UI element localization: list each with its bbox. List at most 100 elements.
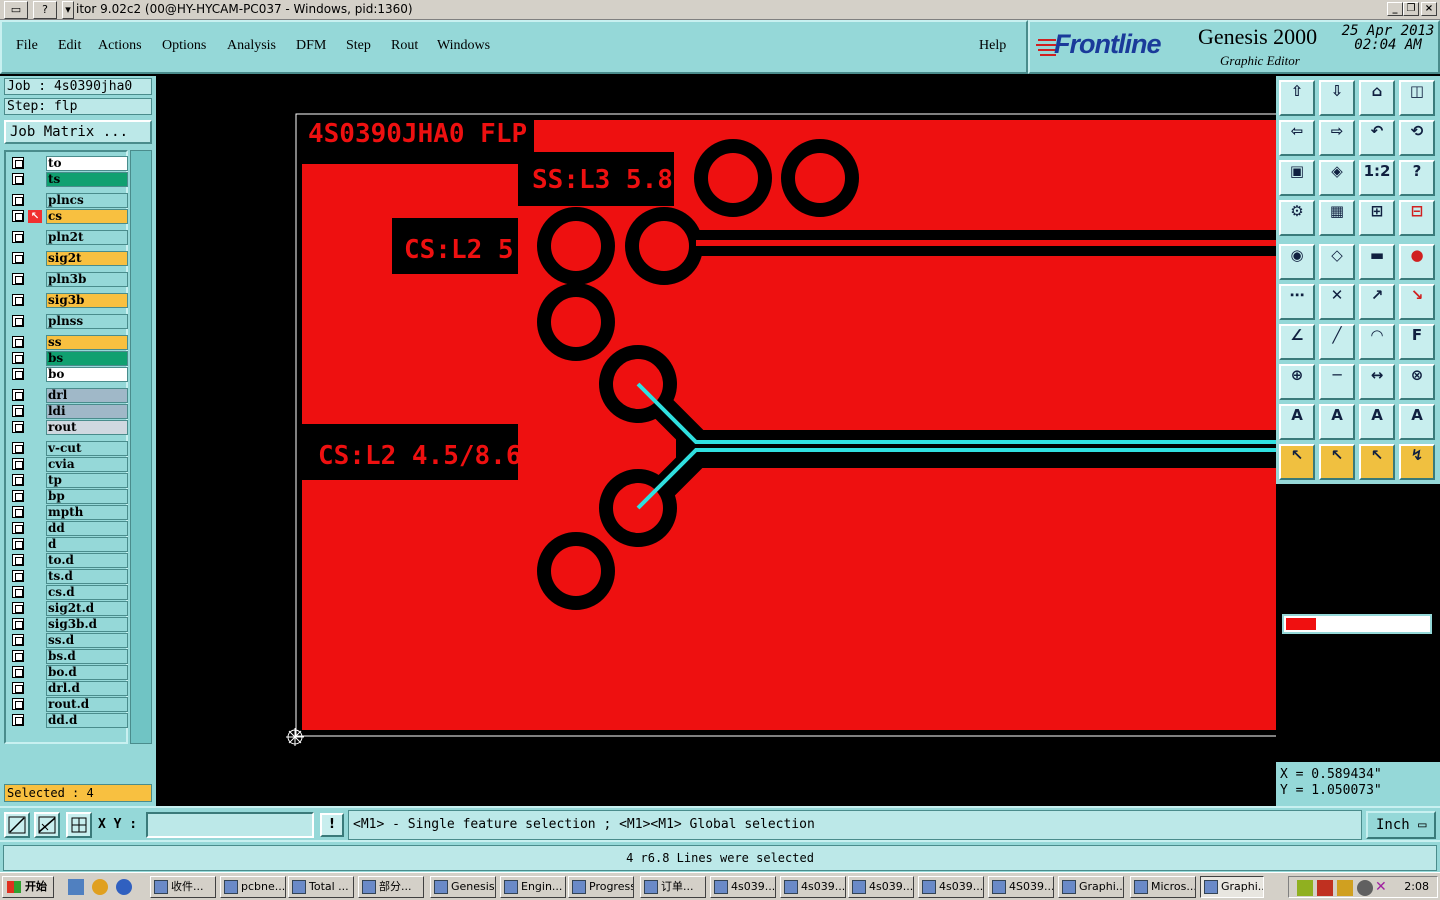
taskbar-task[interactable]: Genesis: [430, 876, 496, 898]
taskbar-task[interactable]: Engin...: [500, 876, 566, 898]
layer-display-checkbox[interactable]: [12, 538, 24, 550]
add-feature-icon[interactable]: ◉: [1279, 244, 1315, 280]
start-button[interactable]: 开始: [2, 876, 54, 898]
minimize-button[interactable]: _: [1387, 2, 1403, 16]
layer-name[interactable]: rout.d: [46, 697, 128, 712]
layer-display-checkbox[interactable]: [12, 618, 24, 630]
taskbar-task[interactable]: Total ...: [288, 876, 354, 898]
layer-name[interactable]: ts.d: [46, 569, 128, 584]
layer-name[interactable]: ts: [46, 172, 128, 187]
layer-name[interactable]: bo.d: [46, 665, 128, 680]
tray-icon[interactable]: [1297, 880, 1313, 896]
layer-row-ts.d[interactable]: ts.d: [10, 569, 128, 584]
taskbar-task[interactable]: Micros...: [1130, 876, 1196, 898]
layer-display-checkbox[interactable]: [12, 554, 24, 566]
taskbar-task[interactable]: 4s039...: [780, 876, 846, 898]
layer-display-checkbox[interactable]: [12, 714, 24, 726]
layer-name[interactable]: ss: [46, 335, 128, 350]
layer-row-ss.d[interactable]: ss.d: [10, 633, 128, 648]
layer-row-to[interactable]: to: [10, 156, 128, 171]
layer-display-checkbox[interactable]: [12, 405, 24, 417]
snap-layer-icon[interactable]: ⊞: [1359, 200, 1395, 236]
layer-row-cvia[interactable]: cvia: [10, 457, 128, 472]
select-poly-icon[interactable]: ↖: [1359, 444, 1395, 480]
layer-display-checkbox[interactable]: [12, 634, 24, 646]
query-icon[interactable]: ?: [1399, 160, 1435, 196]
home-icon[interactable]: ⌂: [1359, 80, 1395, 116]
layer-scrollbar[interactable]: [130, 150, 152, 744]
tray-icon[interactable]: [1317, 880, 1333, 896]
layer-row-sig2t[interactable]: sig2t: [10, 251, 128, 266]
layer-display-checkbox[interactable]: [12, 294, 24, 306]
layer-name[interactable]: plncs: [46, 193, 128, 208]
layer-display-checkbox[interactable]: [12, 666, 24, 678]
layer-name[interactable]: to.d: [46, 553, 128, 568]
layer-row-sig2t.d[interactable]: sig2t.d: [10, 601, 128, 616]
keyboard-icon[interactable]: ▭: [4, 1, 28, 19]
layer-row-drl[interactable]: drl: [10, 388, 128, 403]
split-view-icon[interactable]: ◫: [1399, 80, 1435, 116]
layer-row-d[interactable]: d: [10, 537, 128, 552]
layer-display-checkbox[interactable]: [12, 157, 24, 169]
delete-icon[interactable]: ✕: [1319, 284, 1355, 320]
fit-data-icon[interactable]: ◈: [1319, 160, 1355, 196]
taskbar-task[interactable]: 部分...: [358, 876, 424, 898]
taskbar-task[interactable]: 4s039...: [918, 876, 984, 898]
layer-name[interactable]: to: [46, 156, 128, 171]
layer-d-icon[interactable]: A: [1399, 404, 1435, 440]
layer-name[interactable]: bp: [46, 489, 128, 504]
menu-analysis[interactable]: Analysis: [227, 38, 276, 54]
layer-c-icon[interactable]: A: [1359, 404, 1395, 440]
layer-name[interactable]: drl: [46, 388, 128, 403]
layer-name[interactable]: v-cut: [46, 441, 128, 456]
cut-icon[interactable]: ─: [1319, 364, 1355, 400]
shape-options-icon[interactable]: ⊗: [1399, 364, 1435, 400]
layer-display-checkbox[interactable]: [12, 474, 24, 486]
layer-row-ldi[interactable]: ldi: [10, 404, 128, 419]
layer-name[interactable]: ss.d: [46, 633, 128, 648]
layer-row-bp[interactable]: bp: [10, 489, 128, 504]
layer-row-pln2t[interactable]: pln2t: [10, 230, 128, 245]
layer-row-tp[interactable]: tp: [10, 473, 128, 488]
layer-name[interactable]: tp: [46, 473, 128, 488]
menu-step[interactable]: Step: [346, 38, 371, 54]
restore-button[interactable]: ❐: [1403, 2, 1419, 16]
layer-display-checkbox[interactable]: [12, 194, 24, 206]
layer-row-plncs[interactable]: plncs: [10, 193, 128, 208]
layer-name[interactable]: sig3b.d: [46, 617, 128, 632]
redraw-icon[interactable]: ⟲: [1399, 120, 1435, 156]
menu-rout[interactable]: Rout: [391, 38, 418, 54]
layer-row-pln3b[interactable]: pln3b: [10, 272, 128, 287]
grid-icon[interactable]: ▦: [1319, 200, 1355, 236]
layer-name[interactable]: pln3b: [46, 272, 128, 287]
tray-icon[interactable]: [1357, 880, 1373, 896]
layer-row-rout.d[interactable]: rout.d: [10, 697, 128, 712]
layer-name[interactable]: mpth: [46, 505, 128, 520]
layer-row-drl.d[interactable]: drl.d: [10, 681, 128, 696]
taskbar-task[interactable]: 4S039...: [988, 876, 1054, 898]
layer-display-checkbox[interactable]: [12, 389, 24, 401]
board-drawing[interactable]: 4S0390JHA0 FLP SS:L3 5.8 CS:L2 5 CS:L2 4…: [156, 76, 1276, 806]
menu-options[interactable]: Options: [162, 38, 206, 54]
layer-display-checkbox[interactable]: [12, 698, 24, 710]
quicklaunch-ie-icon[interactable]: [116, 879, 132, 895]
taskbar-task[interactable]: Progress: [568, 876, 634, 898]
menu-file[interactable]: File: [16, 38, 38, 54]
layer-row-plnss[interactable]: plnss: [10, 314, 128, 329]
help-icon[interactable]: ?: [33, 1, 57, 19]
layer-row-rout[interactable]: rout: [10, 420, 128, 435]
layer-row-ss[interactable]: ss: [10, 335, 128, 350]
taskbar-task[interactable]: Graphi...: [1058, 876, 1124, 898]
font-icon[interactable]: F: [1399, 324, 1435, 360]
taskbar-task[interactable]: pcbne...: [220, 876, 286, 898]
layer-display-checkbox[interactable]: [12, 173, 24, 185]
layer-name[interactable]: sig3b: [46, 293, 128, 308]
stretch-icon[interactable]: ↔: [1359, 364, 1395, 400]
layer-name[interactable]: sig2t: [46, 251, 128, 266]
layer-name[interactable]: bs: [46, 351, 128, 366]
layer-name[interactable]: plnss: [46, 314, 128, 329]
grid-mode-icon[interactable]: [66, 812, 92, 838]
menu-help[interactable]: Help: [979, 38, 1006, 54]
quicklaunch-desktop-icon[interactable]: [68, 879, 84, 895]
connect-icon[interactable]: ⋯: [1279, 284, 1315, 320]
